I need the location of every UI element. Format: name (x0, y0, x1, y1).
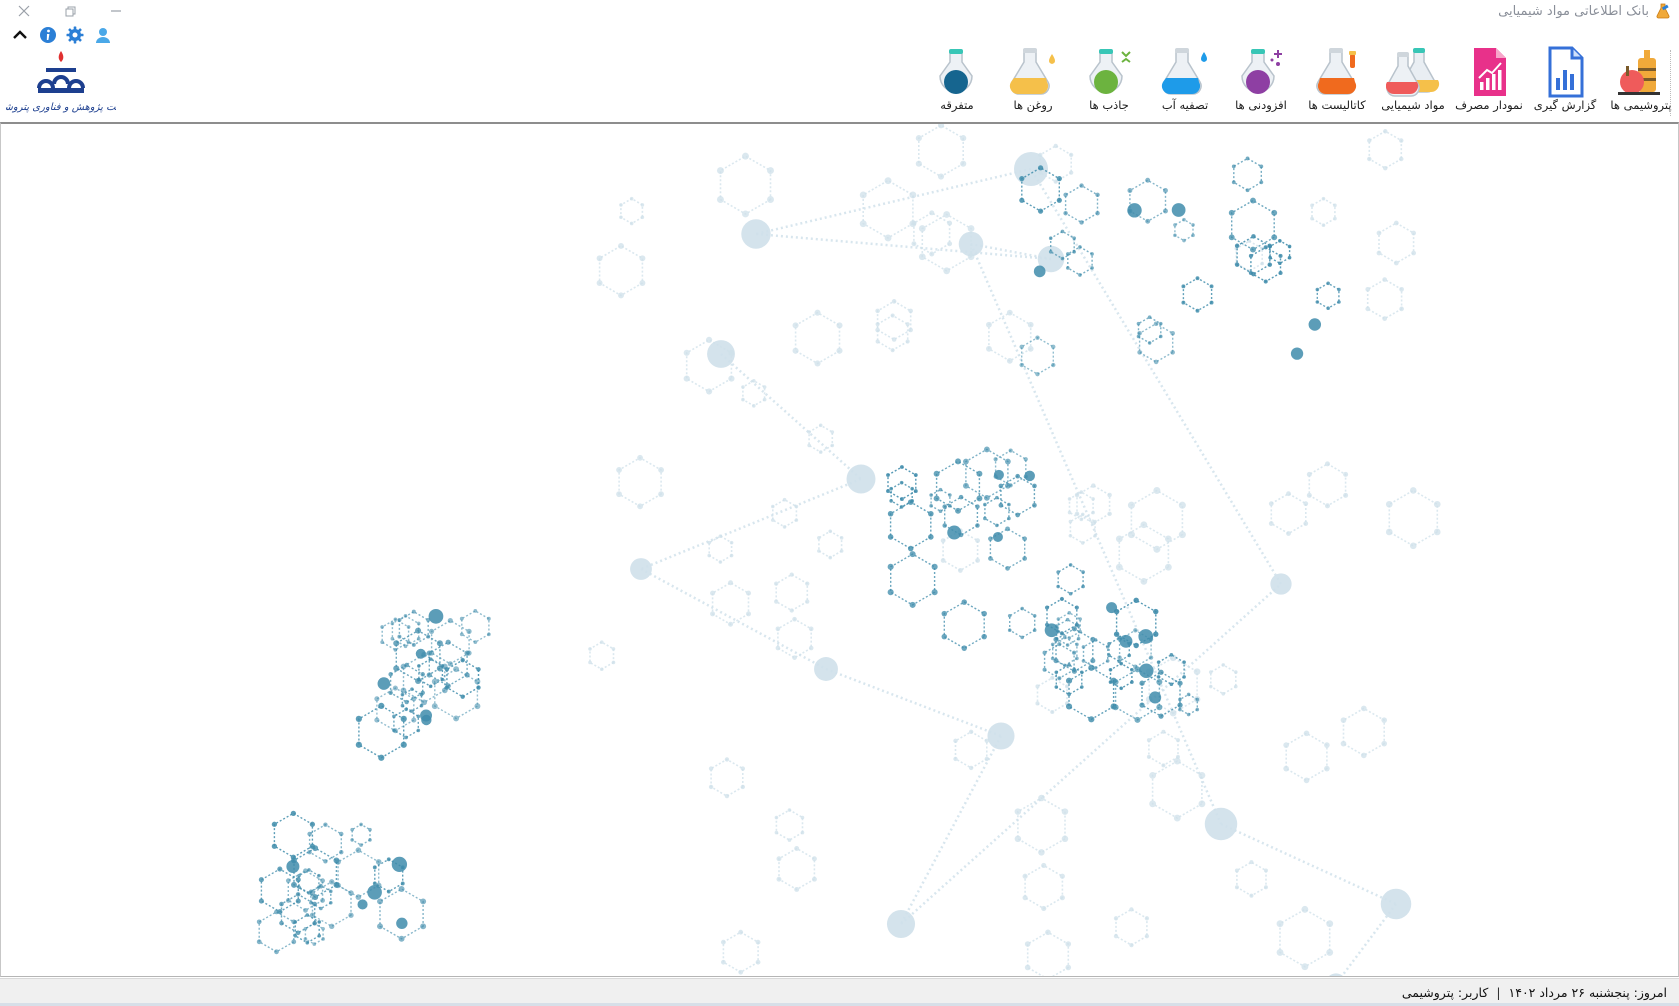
user-icon[interactable] (92, 24, 114, 46)
ribbon-misc-button[interactable]: متفرقه (919, 46, 995, 120)
catalyst-flask-icon (1316, 48, 1357, 95)
report-document-icon (1548, 46, 1584, 98)
ribbon-label: تصفیه آب (1161, 98, 1209, 112)
status-bar: امروز: پنجشنبه ۲۶ مرداد ۱۴۰۲ | کاربر: پترو… (0, 978, 1679, 1006)
minimize-button[interactable] (102, 0, 130, 22)
info-icon[interactable] (37, 24, 59, 46)
chemicals-flasks-icon (1386, 48, 1440, 97)
ribbon-label: روغن ها (1013, 98, 1053, 112)
additives-flask-icon (1241, 49, 1282, 94)
ribbon-consumption-chart-button[interactable]: نمودار مصرف (1451, 46, 1527, 120)
title-bar: بانک اطلاعاتی مواد شیمیایی (0, 0, 1679, 24)
water-treatment-flask-icon (1161, 48, 1207, 95)
logo-text: شرکت پژوهش و فناوری پتروشیمی (6, 102, 116, 113)
petrochemical-plant-icon (1618, 50, 1660, 95)
settings-gear-icon[interactable] (64, 24, 86, 46)
ribbon-water-treatment-button[interactable]: تصفیه آب (1147, 46, 1223, 120)
status-user: کاربر: پتروشیمی (1401, 985, 1489, 1000)
absorbents-flask-icon (1089, 49, 1131, 94)
ribbon-separator (1670, 50, 1671, 116)
ribbon-label: افزودنی ها (1235, 98, 1287, 112)
ribbon-absorbents-button[interactable]: جاذب ها (1071, 46, 1147, 120)
ribbon-label: نمودار مصرف (1455, 98, 1523, 112)
ribbon-catalysts-button[interactable]: کاتالیست ها (1299, 46, 1375, 120)
ribbon-label: کاتالیست ها (1308, 98, 1366, 112)
status-date: امروز: پنجشنبه ۲۶ مرداد ۱۴۰۲ (1508, 985, 1667, 1000)
consumption-chart-icon (1474, 48, 1506, 96)
molecular-structure-illustration (256, 124, 1441, 976)
ribbon-label: متفرقه (940, 98, 974, 112)
ribbon-oils-button[interactable]: روغن ها (995, 46, 1071, 120)
flask-app-icon (1655, 3, 1671, 19)
ribbon-toolbar: پتروشیمی ها گزارش گیری نمودار مصرف مواد … (919, 46, 1679, 120)
collapse-chevron-icon[interactable] (9, 24, 31, 46)
ribbon-label: پتروشیمی ها (1610, 98, 1672, 112)
company-logo: شرکت پژوهش و فناوری پتروشیمی (0, 48, 135, 120)
ribbon-reports-button[interactable]: گزارش گیری (1527, 46, 1603, 120)
ribbon-label: جاذب ها (1089, 98, 1129, 112)
ribbon-petrochemicals-button[interactable]: پتروشیمی ها (1603, 46, 1679, 120)
ribbon-additives-button[interactable]: افزودنی ها (1223, 46, 1299, 120)
ribbon-label: گزارش گیری (1533, 98, 1597, 112)
main-content-area (0, 122, 1679, 977)
ribbon-chemicals-button[interactable]: مواد شیمیایی (1375, 46, 1451, 120)
close-button[interactable] (10, 0, 38, 22)
window-title: بانک اطلاعاتی مواد شیمیایی (1498, 4, 1649, 19)
status-text: امروز: پنجشنبه ۲۶ مرداد ۱۴۰۲ | کاربر: پترو… (1402, 985, 1667, 1000)
restore-button[interactable] (56, 0, 84, 22)
oils-flask-icon (1009, 48, 1055, 95)
status-separator: | (1496, 985, 1501, 1000)
misc-flask-icon (939, 49, 973, 94)
ribbon-label: مواد شیمیایی (1381, 98, 1445, 112)
